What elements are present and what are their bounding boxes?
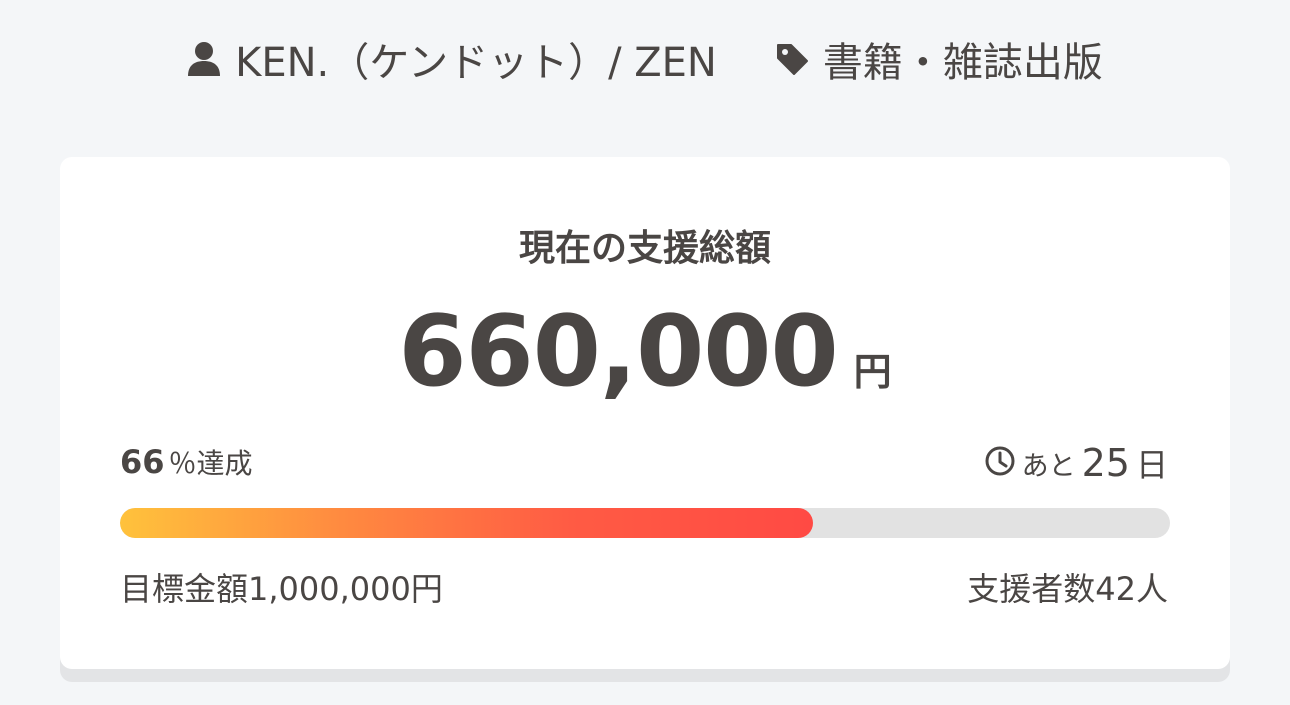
backers-count: 支援者数42人	[967, 570, 1168, 608]
progress-bar	[120, 508, 1170, 538]
category-name: 書籍・雑誌出版	[822, 40, 1103, 86]
achievement-rate: 66 ％達成	[120, 442, 253, 482]
clock-icon	[984, 445, 1016, 481]
funding-card: 現在の支援総額 660,000 円 66 ％達成 あと 25 日 目標金額1,0…	[60, 157, 1230, 669]
funding-amount: 660,000	[398, 295, 838, 409]
goal-amount: 目標金額1,000,000円	[120, 570, 443, 608]
currency-label: 円	[853, 350, 892, 394]
project-owner[interactable]: KEN.（ケンドット）/ ZEN	[187, 30, 717, 88]
project-meta: KEN.（ケンドット）/ ZEN 書籍・雑誌出版	[0, 30, 1290, 88]
funding-title: 現在の支援総額	[518, 228, 771, 269]
achievement-rate-label: ％達成	[168, 447, 253, 480]
project-category[interactable]: 書籍・雑誌出版	[775, 30, 1103, 88]
remaining-prefix: あと	[1021, 450, 1076, 482]
user-icon	[187, 41, 221, 77]
progress-bar-fill	[120, 508, 813, 538]
funding-amount-row: 660,000 円	[60, 295, 1230, 409]
remaining-days: 25	[1081, 441, 1130, 485]
achievement-rate-value: 66	[120, 443, 165, 481]
remaining-time: あと 25 日	[984, 440, 1168, 486]
remaining-unit: 日	[1135, 446, 1168, 484]
owner-name: KEN.（ケンドット）/ ZEN	[235, 40, 717, 86]
tag-icon	[775, 42, 809, 76]
